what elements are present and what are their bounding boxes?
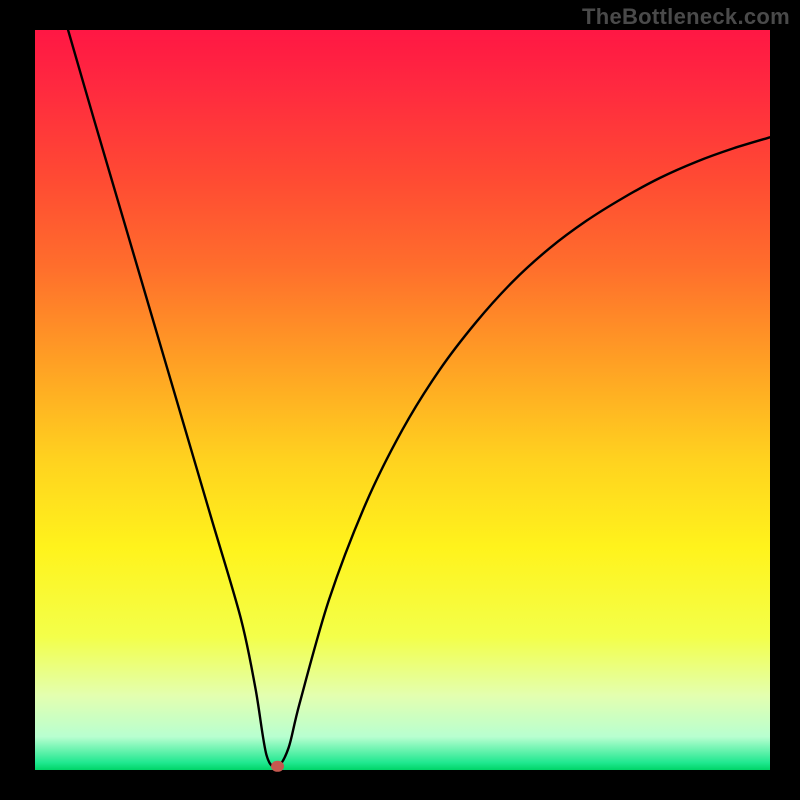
chart-frame: TheBottleneck.com (0, 0, 800, 800)
plot-background (35, 30, 770, 770)
optimum-marker (271, 761, 284, 772)
bottleneck-chart (0, 0, 800, 800)
watermark-text: TheBottleneck.com (582, 4, 790, 30)
